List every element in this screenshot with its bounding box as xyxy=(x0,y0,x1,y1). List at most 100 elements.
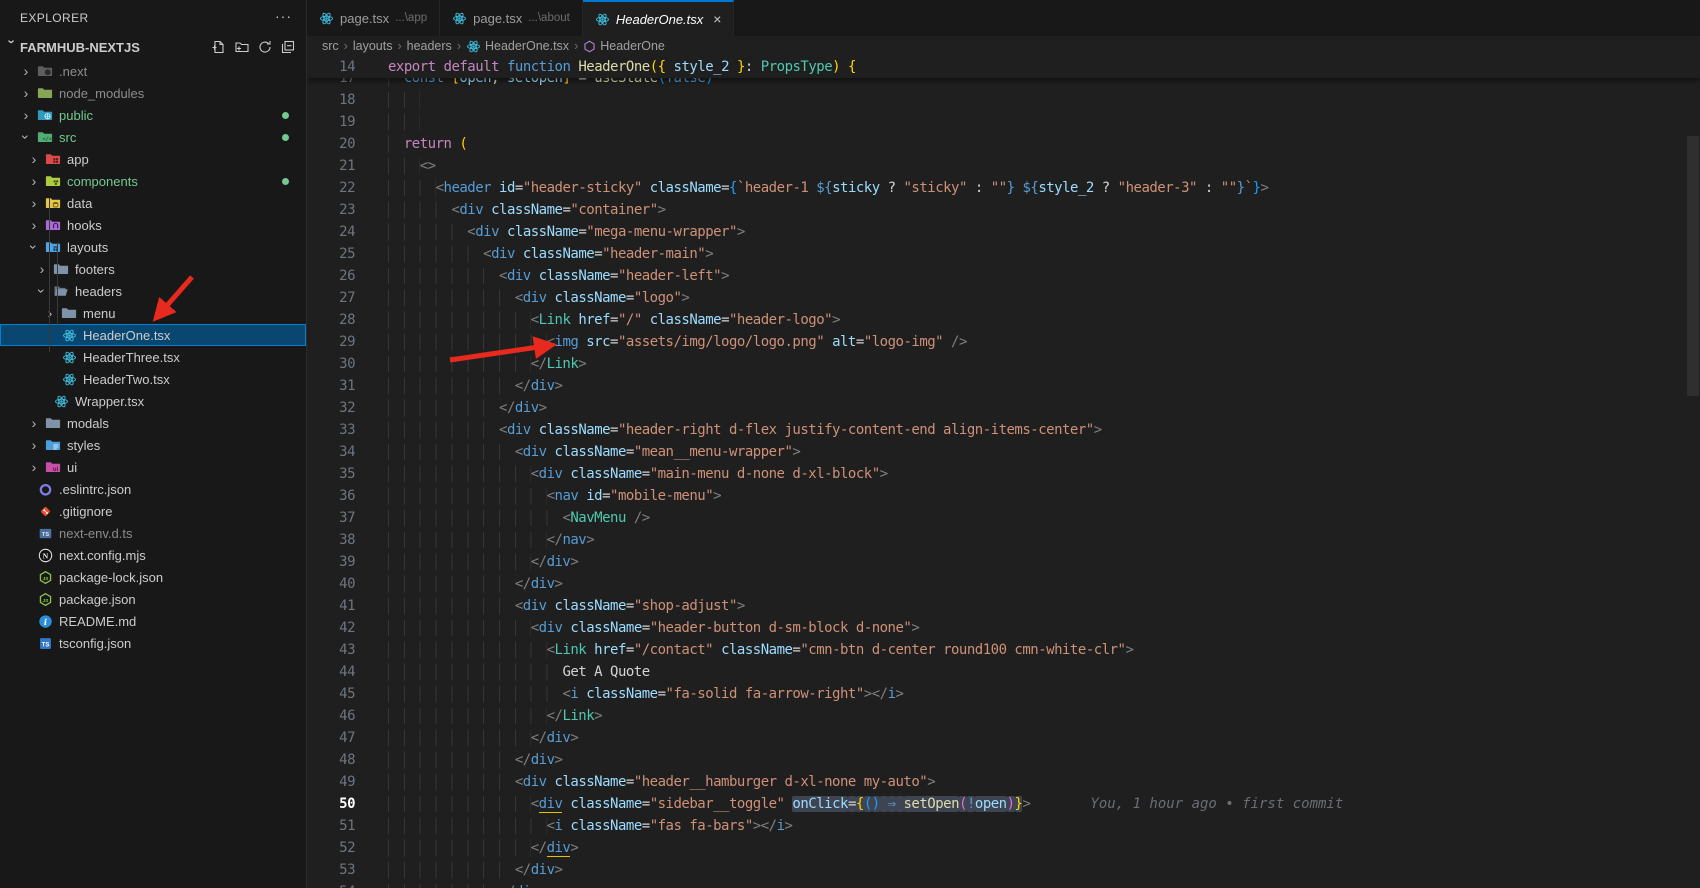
code-line-40[interactable]: 40 </div> xyxy=(307,573,1700,595)
code-line-46[interactable]: 46 </Link> xyxy=(307,705,1700,727)
line-number[interactable]: 29 xyxy=(307,331,355,353)
code-line-36[interactable]: 36 <nav id="mobile-menu"> xyxy=(307,485,1700,507)
code-line-42[interactable]: 42 <div className="header-button d-sm-bl… xyxy=(307,617,1700,639)
chevron-right-icon[interactable]: › xyxy=(26,415,42,431)
code-line-54[interactable]: 54 </div> xyxy=(307,881,1700,888)
tree-item-components[interactable]: ›components xyxy=(0,170,306,192)
tree-item-package-json[interactable]: JSpackage.json xyxy=(0,588,306,610)
code-line-32[interactable]: 32 </div> xyxy=(307,397,1700,419)
breadcrumb-item-headerone-tsx[interactable]: HeaderOne.tsx xyxy=(466,39,569,54)
line-number[interactable]: 49 xyxy=(307,771,355,793)
code-line-27[interactable]: 27 <div className="logo"> xyxy=(307,287,1700,309)
tree-item-headerone-tsx[interactable]: HeaderOne.tsx xyxy=(0,324,306,346)
tree-item-tsconfig-json[interactable]: TStsconfig.json xyxy=(0,632,306,654)
tree-item-gitignore[interactable]: .gitignore xyxy=(0,500,306,522)
tree-item-readme-md[interactable]: iREADME.md xyxy=(0,610,306,632)
line-number[interactable]: 47 xyxy=(307,727,355,749)
code-line-53[interactable]: 53 </div> xyxy=(307,859,1700,881)
line-number[interactable]: 36 xyxy=(307,485,355,507)
line-number[interactable]: 42 xyxy=(307,617,355,639)
line-number[interactable]: 33 xyxy=(307,419,355,441)
tree-item-layouts[interactable]: ›layouts xyxy=(0,236,306,258)
code-line-45[interactable]: 45 <i className="fa-solid fa-arrow-right… xyxy=(307,683,1700,705)
code-line-35[interactable]: 35 <div className="main-menu d-none d-xl… xyxy=(307,463,1700,485)
line-number[interactable]: 31 xyxy=(307,375,355,397)
code-line-31[interactable]: 31 </div> xyxy=(307,375,1700,397)
close-icon[interactable]: × xyxy=(713,11,721,27)
breadcrumb-item-src[interactable]: src xyxy=(322,39,339,53)
code-line-48[interactable]: 48 </div> xyxy=(307,749,1700,771)
tree-item-src[interactable]: ›</>src xyxy=(0,126,306,148)
chevron-right-icon[interactable]: › xyxy=(18,63,34,79)
line-number[interactable]: 51 xyxy=(307,815,355,837)
chevron-right-icon[interactable]: › xyxy=(26,437,42,453)
chevron-right-icon[interactable]: › xyxy=(26,459,42,475)
line-number[interactable]: 32 xyxy=(307,397,355,419)
line-number[interactable]: 18 xyxy=(307,89,355,111)
tree-item-next-env-d-ts[interactable]: TSnext-env.d.ts xyxy=(0,522,306,544)
code-line-44[interactable]: 44 Get A Quote xyxy=(307,661,1700,683)
line-number[interactable]: 45 xyxy=(307,683,355,705)
code-line-37[interactable]: 37 <NavMenu /> xyxy=(307,507,1700,529)
tree-item-modals[interactable]: ›modals xyxy=(0,412,306,434)
code-line-30[interactable]: 30 </Link> xyxy=(307,353,1700,375)
chevron-right-icon[interactable]: › xyxy=(42,305,58,321)
tree-item-data[interactable]: ›data xyxy=(0,192,306,214)
line-number[interactable]: 19 xyxy=(307,111,355,133)
code-line-28[interactable]: 28 <Link href="/" className="header-logo… xyxy=(307,309,1700,331)
code-line-25[interactable]: 25 <div className="header-main"> xyxy=(307,243,1700,265)
tree-item-headertwo-tsx[interactable]: HeaderTwo.tsx xyxy=(0,368,306,390)
line-number[interactable]: 52 xyxy=(307,837,355,859)
code-line-29[interactable]: 29 <img src="assets/img/logo/logo.png" a… xyxy=(307,331,1700,353)
chevron-right-icon[interactable]: › xyxy=(26,195,42,211)
tree-item-node-modules[interactable]: ›node_modules xyxy=(0,82,306,104)
tab-headerone-tsx[interactable]: HeaderOne.tsx× xyxy=(583,0,735,36)
line-number[interactable]: 23 xyxy=(307,199,355,221)
code-line-33[interactable]: 33 <div className="header-right d-flex j… xyxy=(307,419,1700,441)
chevron-right-icon[interactable]: › xyxy=(18,107,34,123)
code-line-23[interactable]: 23 <div className="container"> xyxy=(307,199,1700,221)
code-line-43[interactable]: 43 <Link href="/contact" className="cmn-… xyxy=(307,639,1700,661)
collapse-all-icon[interactable] xyxy=(280,39,296,55)
chevron-down-icon[interactable]: › xyxy=(18,129,34,145)
code-line-47[interactable]: 47 </div> xyxy=(307,727,1700,749)
code-line-21[interactable]: 21 <> xyxy=(307,155,1700,177)
chevron-right-icon[interactable]: › xyxy=(26,151,42,167)
chevron-right-icon[interactable]: › xyxy=(34,261,50,277)
tab-page-tsx-about[interactable]: page.tsx...\about xyxy=(440,0,583,36)
breadcrumb-item-headers[interactable]: headers xyxy=(407,39,452,53)
tree-item-public[interactable]: ›public xyxy=(0,104,306,126)
line-number[interactable]: 30 xyxy=(307,353,355,375)
code-line-50[interactable]: 50 <div className="sidebar__toggle" onCl… xyxy=(307,793,1700,815)
line-number[interactable]: 40 xyxy=(307,573,355,595)
line-number[interactable]: 46 xyxy=(307,705,355,727)
code-line-52[interactable]: 52 </div> xyxy=(307,837,1700,859)
code-line-34[interactable]: 34 <div className="mean__menu-wrapper"> xyxy=(307,441,1700,463)
code-line-39[interactable]: 39 </div> xyxy=(307,551,1700,573)
refresh-icon[interactable] xyxy=(257,39,273,55)
code-line-18[interactable]: 18 xyxy=(307,89,1700,111)
more-actions-icon[interactable]: ··· xyxy=(275,8,292,24)
tree-item-package-lock-json[interactable]: JSpackage-lock.json xyxy=(0,566,306,588)
code-line-24[interactable]: 24 <div className="mega-menu-wrapper"> xyxy=(307,221,1700,243)
line-number[interactable]: 48 xyxy=(307,749,355,771)
line-number[interactable]: 43 xyxy=(307,639,355,661)
tree-item-wrapper-tsx[interactable]: Wrapper.tsx xyxy=(0,390,306,412)
line-number[interactable]: 21 xyxy=(307,155,355,177)
sticky-scroll-line[interactable]: 14export default function HeaderOne({ st… xyxy=(307,56,1700,78)
code-editor[interactable]: 17 const [open, setOpen] = useState(fals… xyxy=(307,56,1700,888)
chevron-right-icon[interactable]: › xyxy=(18,85,34,101)
tree-item-footers[interactable]: ›footers xyxy=(0,258,306,280)
code-line-22[interactable]: 22 <header id="header-sticky" className=… xyxy=(307,177,1700,199)
line-number[interactable]: 37 xyxy=(307,507,355,529)
line-number[interactable]: 54 xyxy=(307,881,355,888)
code-line-26[interactable]: 26 <div className="header-left"> xyxy=(307,265,1700,287)
line-number[interactable]: 20 xyxy=(307,133,355,155)
chevron-right-icon[interactable]: › xyxy=(26,217,42,233)
breadcrumb-item-headerone[interactable]: HeaderOne xyxy=(583,39,665,53)
line-number[interactable]: 24 xyxy=(307,221,355,243)
code-line-19[interactable]: 19 xyxy=(307,111,1700,133)
line-number[interactable]: 38 xyxy=(307,529,355,551)
scrollbar-thumb[interactable] xyxy=(1687,136,1699,396)
tree-item-next-config-mjs[interactable]: Nnext.config.mjs xyxy=(0,544,306,566)
